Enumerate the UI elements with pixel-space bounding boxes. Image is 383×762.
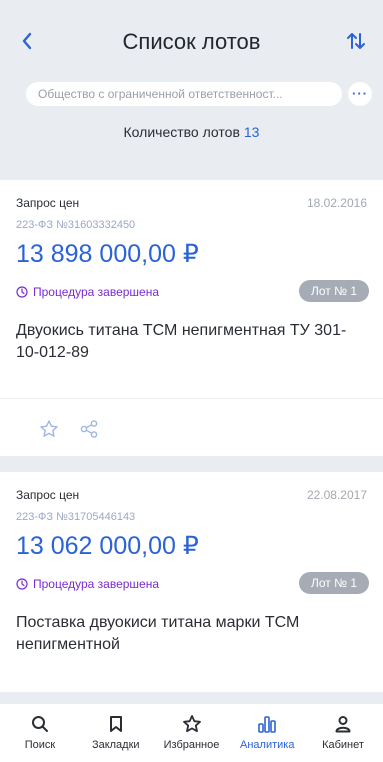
procedure-status: Процедура завершена [16, 577, 159, 591]
header: Список лотов Общество с ограниченной отв… [0, 0, 383, 162]
card-actions [38, 418, 100, 440]
procedure-status: Процедура завершена [16, 285, 159, 299]
lot-date: 18.02.2016 [306, 196, 367, 210]
favorite-star-icon[interactable] [38, 418, 60, 440]
lot-price: 13 062 000,00 ₽ [16, 532, 199, 560]
user-icon [332, 714, 354, 734]
tab-label: Аналитика [240, 739, 295, 751]
tab-cabinet[interactable]: Кабинет [307, 704, 379, 762]
page-title: Список лотов [122, 29, 261, 54]
sort-icon [347, 33, 365, 49]
star-icon [181, 714, 203, 734]
lot-number-badge: Лот № 1 [299, 280, 369, 302]
law-number: 223-ФЗ №31705446143 [16, 511, 136, 523]
bottom-tab-bar: Поиск Закладки Избранное Аналитика Кабин… [0, 704, 383, 762]
lot-count-value: 13 [243, 124, 260, 140]
tab-favorites[interactable]: Избранное [156, 704, 228, 762]
tab-search[interactable]: Поиск [4, 704, 76, 762]
procedure-type: Запрос цен [16, 196, 80, 210]
clock-icon [16, 578, 28, 590]
status-text: Процедура завершена [33, 285, 160, 299]
clock-icon [16, 286, 28, 298]
status-text: Процедура завершена [33, 577, 160, 591]
tab-label: Закладки [91, 739, 140, 751]
divider [0, 398, 383, 399]
search-filter-field[interactable]: Общество с ограниченной ответственност..… [26, 82, 342, 106]
tab-label: Избранное [163, 739, 220, 751]
lot-date: 22.08.2017 [306, 488, 367, 502]
chart-icon [256, 714, 278, 734]
lot-description: Поставка двуокиси титана марки ТСМ непиг… [16, 614, 300, 653]
more-options-button[interactable]: ··· [348, 82, 372, 106]
sort-button[interactable] [343, 28, 369, 54]
tab-bookmarks[interactable]: Закладки [80, 704, 152, 762]
lot-price: 13 898 000,00 ₽ [16, 240, 199, 268]
tab-label: Поиск [24, 739, 56, 751]
search-icon [29, 714, 51, 734]
lot-number-badge: Лот № 1 [299, 572, 369, 594]
share-icon[interactable] [78, 418, 100, 440]
procedure-type: Запрос цен [16, 488, 80, 502]
bookmark-icon [105, 714, 127, 734]
tab-label: Кабинет [322, 739, 364, 751]
lot-card[interactable]: Запрос цен 22.08.2017 223-ФЗ №3170544614… [0, 472, 383, 692]
lot-description: Двуокись титана ТСМ непигментная ТУ 301-… [16, 322, 347, 361]
lot-count-label: Количество лотов [123, 124, 240, 140]
law-number: 223-ФЗ №31603332450 [16, 219, 136, 231]
lot-card[interactable]: Запрос цен 18.02.2016 223-ФЗ №3160333245… [0, 180, 383, 456]
lot-count: Количество лотов 13 [0, 124, 383, 140]
tab-analytics[interactable]: Аналитика [231, 704, 303, 762]
